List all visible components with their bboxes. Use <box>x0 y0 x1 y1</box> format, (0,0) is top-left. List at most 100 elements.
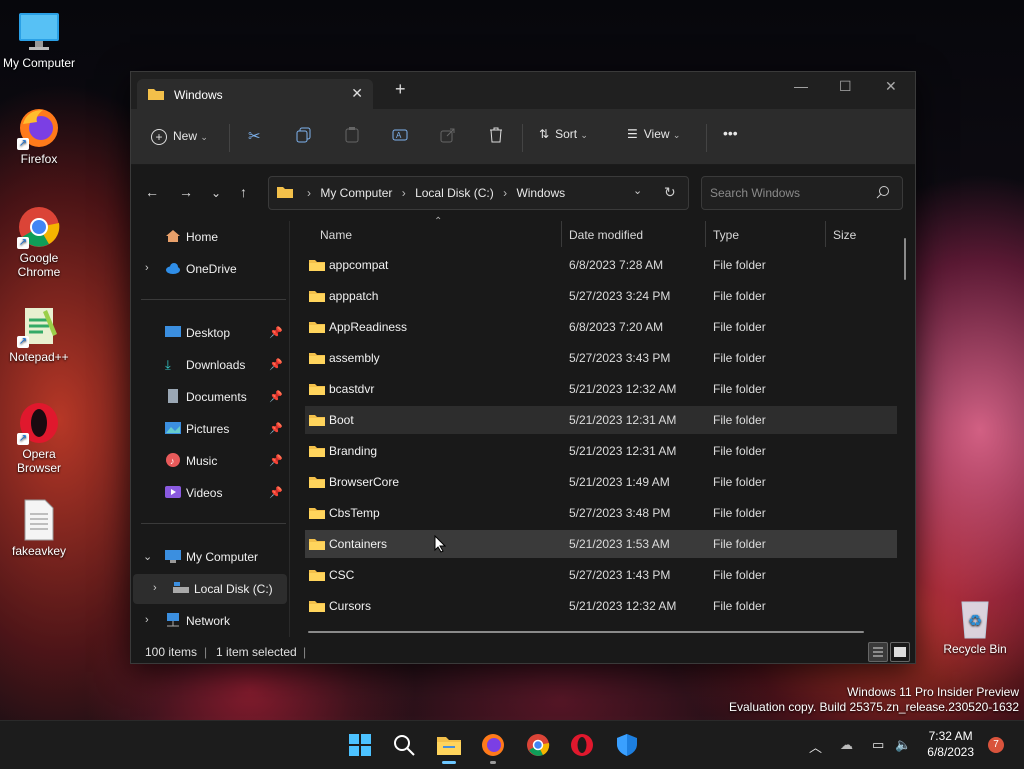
cloud-offline-icon[interactable]: ☁ <box>840 737 853 753</box>
sidebar-item-my-computer[interactable]: ⌄ My Computer <box>131 542 289 572</box>
copy-button[interactable] <box>296 127 312 143</box>
taskbar-defender[interactable] <box>615 733 639 757</box>
taskbar-opera[interactable] <box>570 733 594 757</box>
column-header-size[interactable]: Size <box>833 228 856 242</box>
network-status-icon[interactable]: ▭ <box>872 737 884 753</box>
close-tab-icon[interactable]: ✕ <box>351 85 363 102</box>
sidebar-item-onedrive[interactable]: › OneDrive <box>131 254 289 284</box>
sort-button[interactable]: ⇅ Sort ⌄ <box>539 127 588 141</box>
breadcrumb: › My Computer › Local Disk (C:) › Window… <box>307 186 571 200</box>
title-bar[interactable]: Windows ✕ + — ☐ ✕ <box>131 72 915 109</box>
show-hidden-icons-chevron-up-icon[interactable]: ︿ <box>809 737 822 756</box>
maximize-button[interactable]: ☐ <box>839 78 852 95</box>
file-name: assembly <box>329 351 380 365</box>
column-separator[interactable] <box>705 221 706 247</box>
sidebar-item-videos[interactable]: Videos 📌 <box>131 478 289 508</box>
chevron-right-icon[interactable]: › <box>153 582 157 594</box>
file-date: 5/21/2023 1:49 AM <box>569 475 670 489</box>
table-row[interactable]: Containers 5/21/2023 1:53 AM File folder <box>305 530 897 558</box>
view-button[interactable]: ☰ View ⌄ <box>627 127 680 141</box>
address-dropdown-icon[interactable]: ⌄ <box>633 184 642 197</box>
refresh-icon[interactable]: ↻ <box>664 184 676 201</box>
taskbar-file-explorer[interactable] <box>436 733 461 764</box>
tiles-view-button[interactable] <box>890 642 910 662</box>
forward-button[interactable]: → <box>179 184 193 200</box>
file-explorer-window: Windows ✕ + — ☐ ✕ + New ⌄ ✂ A ⇅ Sort ⌄ ☰ Vi… <box>130 71 916 664</box>
system-clock[interactable]: 7:32 AM 6/8/2023 <box>927 728 974 760</box>
address-bar[interactable]: › My Computer › Local Disk (C:) › Window… <box>268 176 689 210</box>
desktop-icon-chrome[interactable]: ↗ Google Chrome <box>1 205 77 279</box>
sidebar-item-pictures[interactable]: Pictures 📌 <box>131 414 289 444</box>
music-icon: ♪ <box>165 453 181 467</box>
sidebar-item-downloads[interactable]: ⤓ Downloads 📌 <box>131 350 289 380</box>
tab-windows[interactable]: Windows ✕ <box>137 79 373 109</box>
details-view-button[interactable] <box>868 642 888 662</box>
back-button[interactable]: ← <box>145 184 159 200</box>
table-row[interactable]: Boot 5/21/2023 12:31 AM File folder <box>305 406 897 434</box>
more-options-button[interactable]: ••• <box>723 125 738 141</box>
start-button[interactable] <box>348 733 372 757</box>
column-separator[interactable] <box>561 221 562 247</box>
new-tab-button[interactable]: + <box>395 79 406 100</box>
pane-splitter[interactable] <box>289 221 290 637</box>
table-row[interactable]: Branding 5/21/2023 12:31 AM File folder <box>305 437 897 465</box>
chevron-down-icon[interactable]: ⌄ <box>143 550 152 563</box>
network-icon <box>165 613 181 627</box>
volume-icon[interactable]: 🔈 <box>895 737 911 753</box>
minimize-button[interactable]: — <box>794 78 808 94</box>
table-row[interactable]: apppatch 5/27/2023 3:24 PM File folder <box>305 282 897 310</box>
desktop-icon-fakeavkey[interactable]: fakeavkey <box>1 498 77 558</box>
firefox-icon: ↗ <box>17 106 61 150</box>
desktop-icon-recycle-bin[interactable]: ♻ Recycle Bin <box>937 596 1013 656</box>
folder-icon <box>309 320 325 336</box>
column-header-name[interactable]: Name <box>320 228 352 242</box>
recent-locations-button[interactable]: ⌄ <box>211 186 221 200</box>
sort-ascending-icon: ⌃ <box>434 216 443 227</box>
share-button[interactable] <box>440 127 456 143</box>
breadcrumb-item[interactable]: Local Disk (C:) <box>415 186 494 200</box>
table-row[interactable]: BrowserCore 5/21/2023 1:49 AM File folder <box>305 468 897 496</box>
column-separator[interactable] <box>825 221 826 247</box>
taskbar-chrome[interactable] <box>526 733 550 757</box>
new-button[interactable]: + New ⌄ <box>151 129 208 145</box>
desktop-icon-opera[interactable]: ↗ Opera Browser <box>1 401 77 475</box>
column-header-date[interactable]: Date modified <box>569 228 643 242</box>
column-header-type[interactable]: Type <box>713 228 739 242</box>
chevron-right-icon[interactable]: › <box>145 262 149 274</box>
table-row[interactable]: assembly 5/27/2023 3:43 PM File folder <box>305 344 897 372</box>
close-window-button[interactable]: ✕ <box>885 78 897 95</box>
search-box[interactable]: Search Windows <box>701 176 903 210</box>
delete-button[interactable] <box>488 127 504 143</box>
selection-count: 1 item selected <box>216 645 297 659</box>
cut-button[interactable]: ✂ <box>248 127 261 145</box>
table-row[interactable]: CSC 5/27/2023 1:43 PM File folder <box>305 561 897 589</box>
search-button[interactable] <box>392 733 416 757</box>
sidebar-item-desktop[interactable]: Desktop 📌 <box>131 318 289 348</box>
taskbar-firefox[interactable] <box>481 733 505 764</box>
table-row[interactable]: appcompat 6/8/2023 7:28 AM File folder <box>305 251 897 279</box>
desktop-icon-my-computer[interactable]: My Computer <box>1 10 77 70</box>
notification-badge[interactable]: 7 <box>988 737 1004 753</box>
breadcrumb-item[interactable]: My Computer <box>320 186 392 200</box>
breadcrumb-item[interactable]: Windows <box>516 186 565 200</box>
sidebar-item-network[interactable]: › Network <box>131 606 289 636</box>
sidebar-item-documents[interactable]: Documents 📌 <box>131 382 289 412</box>
folder-icon <box>309 351 325 367</box>
chevron-right-icon[interactable]: › <box>145 614 149 626</box>
table-row[interactable]: bcastdvr 5/21/2023 12:32 AM File folder <box>305 375 897 403</box>
sidebar-item-music[interactable]: ♪ Music 📌 <box>131 446 289 476</box>
table-row[interactable]: CbsTemp 5/27/2023 3:48 PM File folder <box>305 499 897 527</box>
up-button[interactable]: ↑ <box>240 184 247 200</box>
horizontal-scrollbar[interactable] <box>308 631 864 633</box>
desktop-icon-notepadpp[interactable]: ↗ Notepad++ <box>1 304 77 364</box>
paste-button[interactable] <box>344 127 360 143</box>
sidebar-item-local-disk[interactable]: › Local Disk (C:) <box>133 574 287 604</box>
folder-icon <box>309 444 325 460</box>
sidebar-item-home[interactable]: Home <box>131 222 289 252</box>
rename-button[interactable]: A <box>392 127 408 143</box>
table-row[interactable]: AppReadiness 6/8/2023 7:20 AM File folder <box>305 313 897 341</box>
vertical-scrollbar[interactable] <box>904 238 906 280</box>
windows-logo-icon <box>349 734 371 756</box>
table-row[interactable]: Cursors 5/21/2023 12:32 AM File folder <box>305 592 897 620</box>
desktop-icon-firefox[interactable]: ↗ Firefox <box>1 106 77 166</box>
